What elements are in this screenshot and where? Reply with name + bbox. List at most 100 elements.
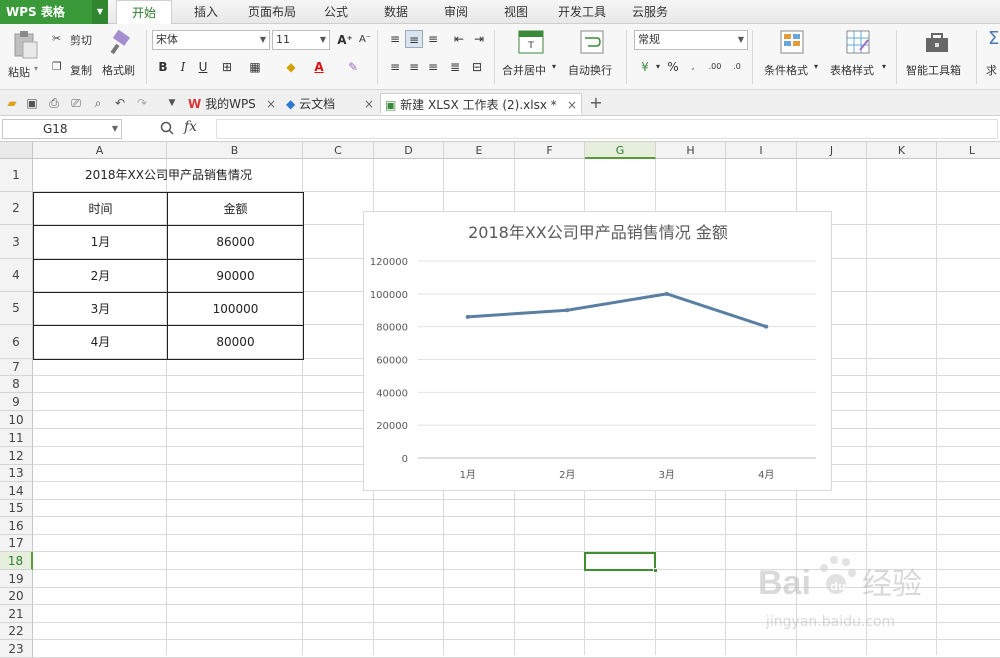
distribute-icon[interactable]: ⊟ [468,58,486,76]
row-header-19[interactable]: 19 [0,570,33,588]
row-header-18[interactable]: 18 [0,552,33,570]
row-header-1[interactable]: 1 [0,159,33,192]
column-header-b[interactable]: B [167,142,303,159]
decrease-decimal-icon[interactable]: .0 [728,58,746,76]
column-header-e[interactable]: E [444,142,515,159]
merge-center-icon[interactable]: T [518,30,544,54]
table-cell[interactable]: 90000 [168,260,303,292]
chevron-down-icon[interactable]: ▾ [552,62,556,71]
chevron-down-icon[interactable]: ▼ [164,95,180,111]
close-icon[interactable]: × [364,93,374,115]
copy-icon[interactable]: ❐ [52,60,62,73]
fill-border-icon[interactable]: ▦ [246,58,264,76]
chevron-down-icon[interactable]: ▼ [92,0,108,24]
open-folder-icon[interactable]: ▰ [4,95,20,111]
align-middle-icon[interactable]: ≡ [405,30,423,48]
align-bottom-icon[interactable]: ≡ [424,30,442,48]
format-painter-icon[interactable] [108,30,132,56]
sum-button[interactable]: 求 [986,62,997,78]
chevron-down-icon[interactable]: ▾ [814,62,818,71]
table-style-button[interactable]: 表格样式 [830,62,874,78]
column-header-g[interactable]: G [585,142,656,159]
tab-review[interactable]: 审阅 [434,0,478,24]
column-header-l[interactable]: L [937,142,1000,159]
data-point[interactable] [764,324,769,329]
indent-decrease-icon[interactable]: ⇤ [450,30,468,48]
row-header-12[interactable]: 12 [0,447,33,465]
table-cell[interactable]: 1月 [34,226,167,259]
save-icon[interactable]: ▣ [24,95,40,111]
table-cell[interactable]: 4月 [34,326,167,359]
font-size-select[interactable]: 11 ▼ [272,30,330,50]
chevron-down-icon[interactable]: ▼ [260,31,266,49]
percent-button[interactable]: % [664,58,682,76]
print-preview-icon[interactable]: ⌕ [90,95,106,111]
decrease-font-icon[interactable]: A⁻ [356,31,374,49]
number-format-select[interactable]: 常规 ▼ [634,30,748,50]
chevron-down-icon[interactable]: ▼ [112,120,118,138]
doc-tab-my-wps[interactable]: W 我的WPS × [184,93,280,115]
row-header-9[interactable]: 9 [0,393,33,411]
table-header-cell[interactable]: 时间 [34,193,167,225]
wrap-text-button[interactable]: 自动换行 [568,62,612,78]
align-top-icon[interactable]: ≡ [386,30,404,48]
print-icon[interactable]: ⎚ [68,95,84,111]
column-header-i[interactable]: I [726,142,797,159]
table-cell[interactable]: 2月 [34,260,167,292]
merge-center-button[interactable]: 合并居中 [502,62,546,78]
zoom-icon[interactable] [160,121,174,135]
row-header-2[interactable]: 2 [0,192,33,225]
selected-cell[interactable] [584,552,658,573]
align-right-icon[interactable]: ≡ [424,58,442,76]
table-header-cell[interactable]: 金额 [168,193,303,225]
paste-icon[interactable] [12,30,38,60]
column-header-d[interactable]: D [374,142,444,159]
border-icon[interactable]: ⊞ [218,58,236,76]
app-menu-button[interactable]: WPS 表格 ▼ [0,0,108,24]
tab-page-layout[interactable]: 页面布局 [240,0,304,24]
indent-increase-icon[interactable]: ⇥ [470,30,488,48]
font-name-select[interactable]: 宋体 ▼ [152,30,270,50]
close-icon[interactable]: × [266,93,276,115]
row-header-6[interactable]: 6 [0,325,33,359]
bold-icon[interactable]: B [154,58,172,76]
align-left-icon[interactable]: ≡ [386,58,404,76]
currency-icon[interactable]: ¥ [636,58,654,76]
tab-formulas[interactable]: 公式 [314,0,358,24]
close-icon[interactable]: × [567,94,577,116]
chevron-down-icon[interactable]: ▾ [656,62,660,71]
table-style-icon[interactable] [846,30,870,54]
series-line[interactable] [467,292,767,329]
select-all-corner[interactable] [0,142,33,159]
data-point[interactable] [565,308,570,313]
tab-home[interactable]: 开始 [116,0,172,25]
new-tab-icon[interactable]: + [588,95,604,111]
row-header-16[interactable]: 16 [0,517,33,535]
chevron-down-icon[interactable]: ▾ [34,64,38,73]
thousands-icon[interactable]: , [684,58,702,76]
row-header-13[interactable]: 13 [0,465,33,482]
conditional-format-button[interactable]: 条件格式 [764,62,808,78]
row-header-15[interactable]: 15 [0,500,33,517]
column-header-f[interactable]: F [515,142,585,159]
name-box[interactable]: G18 ▼ [2,119,122,139]
increase-font-icon[interactable]: A⁺ [336,31,354,49]
column-header-c[interactable]: C [303,142,374,159]
row-header-4[interactable]: 4 [0,259,33,292]
smart-toolbox-button[interactable]: 智能工具箱 [906,62,961,78]
align-center-icon[interactable]: ≡ [405,58,423,76]
undo-icon[interactable]: ↶ [112,95,128,111]
row-header-11[interactable]: 11 [0,429,33,447]
conditional-format-icon[interactable] [780,30,804,54]
chevron-down-icon[interactable]: ▼ [738,31,744,49]
export-pdf-icon[interactable]: ⎙ [46,95,62,111]
table-cell[interactable]: 86000 [168,226,303,259]
redo-icon[interactable]: ↷ [134,95,150,111]
italic-icon[interactable]: I [174,58,192,76]
tab-view[interactable]: 视图 [494,0,538,24]
column-header-a[interactable]: A [33,142,167,159]
row-header-5[interactable]: 5 [0,292,33,325]
font-color-icon[interactable]: A [310,58,328,76]
formula-input[interactable] [216,119,998,139]
tab-data[interactable]: 数据 [374,0,418,24]
